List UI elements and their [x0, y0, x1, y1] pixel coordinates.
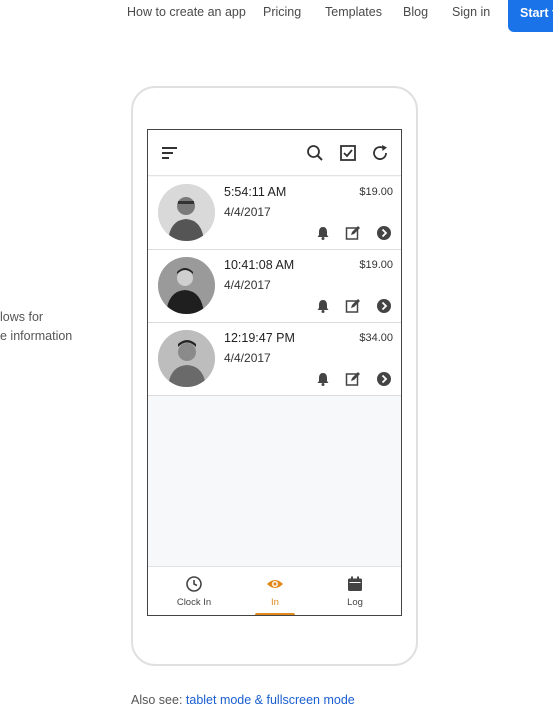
app-toolbar — [148, 130, 401, 176]
page: How to create an app Pricing Templates B… — [0, 0, 553, 722]
row-date: 4/4/2017 — [224, 351, 271, 365]
tab-label: Clock In — [176, 597, 212, 608]
side-copy-line-1: lows for — [0, 310, 44, 324]
nav-link-blog[interactable]: Blog — [403, 5, 428, 19]
avatar — [158, 330, 215, 387]
menu-icon[interactable] — [160, 143, 180, 163]
tablet-mode-link[interactable]: tablet mode & fullscreen mode — [186, 693, 355, 707]
edit-icon[interactable] — [345, 225, 361, 241]
tab-label: In — [271, 597, 279, 608]
tab-log[interactable]: Log — [313, 567, 397, 615]
row-time: 10:41:08 AM — [224, 258, 295, 272]
chevron-right-circle-icon[interactable] — [376, 298, 392, 314]
checkbox-icon[interactable] — [338, 143, 358, 163]
app-screen: 5:54:11 AM 4/4/2017 $19.00 10:41:08 AM 4… — [147, 129, 402, 616]
nav-link-sign-in[interactable]: Sign in — [452, 5, 490, 19]
bell-icon[interactable] — [315, 371, 331, 387]
row-date: 4/4/2017 — [224, 278, 271, 292]
nav-link-templates[interactable]: Templates — [325, 5, 382, 19]
top-nav: How to create an app Pricing Templates B… — [0, 0, 553, 32]
search-icon[interactable] — [305, 143, 325, 163]
list-item[interactable]: 12:19:47 PM 4/4/2017 $34.00 — [148, 323, 401, 396]
row-time: 5:54:11 AM — [224, 185, 287, 199]
bell-icon[interactable] — [315, 298, 331, 314]
row-date: 4/4/2017 — [224, 205, 271, 219]
chevron-right-circle-icon[interactable] — [376, 371, 392, 387]
eye-icon — [267, 580, 283, 588]
side-copy-line-2: e information — [0, 329, 73, 343]
avatar — [158, 184, 215, 241]
calendar-icon — [348, 576, 362, 591]
avatar — [158, 257, 215, 314]
start-free-button[interactable]: Start f — [508, 0, 553, 32]
chevron-right-circle-icon[interactable] — [376, 225, 392, 241]
tab-label: Log — [347, 597, 363, 608]
list-item[interactable]: 10:41:08 AM 4/4/2017 $19.00 — [148, 250, 401, 323]
row-amount: $19.00 — [359, 259, 393, 271]
also-see: Also see: tablet mode & fullscreen mode — [131, 693, 355, 707]
bell-icon[interactable] — [315, 225, 331, 241]
also-see-prefix: Also see: — [131, 693, 186, 707]
refresh-icon[interactable] — [370, 143, 390, 163]
list-item[interactable]: 5:54:11 AM 4/4/2017 $19.00 — [148, 177, 401, 250]
nav-link-how-to[interactable]: How to create an app — [127, 5, 246, 19]
bottom-tab-bar: Clock In In Log — [148, 566, 401, 615]
row-time: 12:19:47 PM — [224, 331, 295, 345]
active-tab-indicator — [255, 613, 295, 615]
nav-link-pricing[interactable]: Pricing — [263, 5, 301, 19]
row-amount: $19.00 — [359, 186, 393, 198]
edit-icon[interactable] — [345, 371, 361, 387]
tab-clock-in[interactable]: Clock In — [152, 567, 236, 615]
tab-in[interactable]: In — [233, 567, 317, 615]
clock-icon — [186, 576, 202, 592]
edit-icon[interactable] — [345, 298, 361, 314]
row-amount: $34.00 — [359, 332, 393, 344]
